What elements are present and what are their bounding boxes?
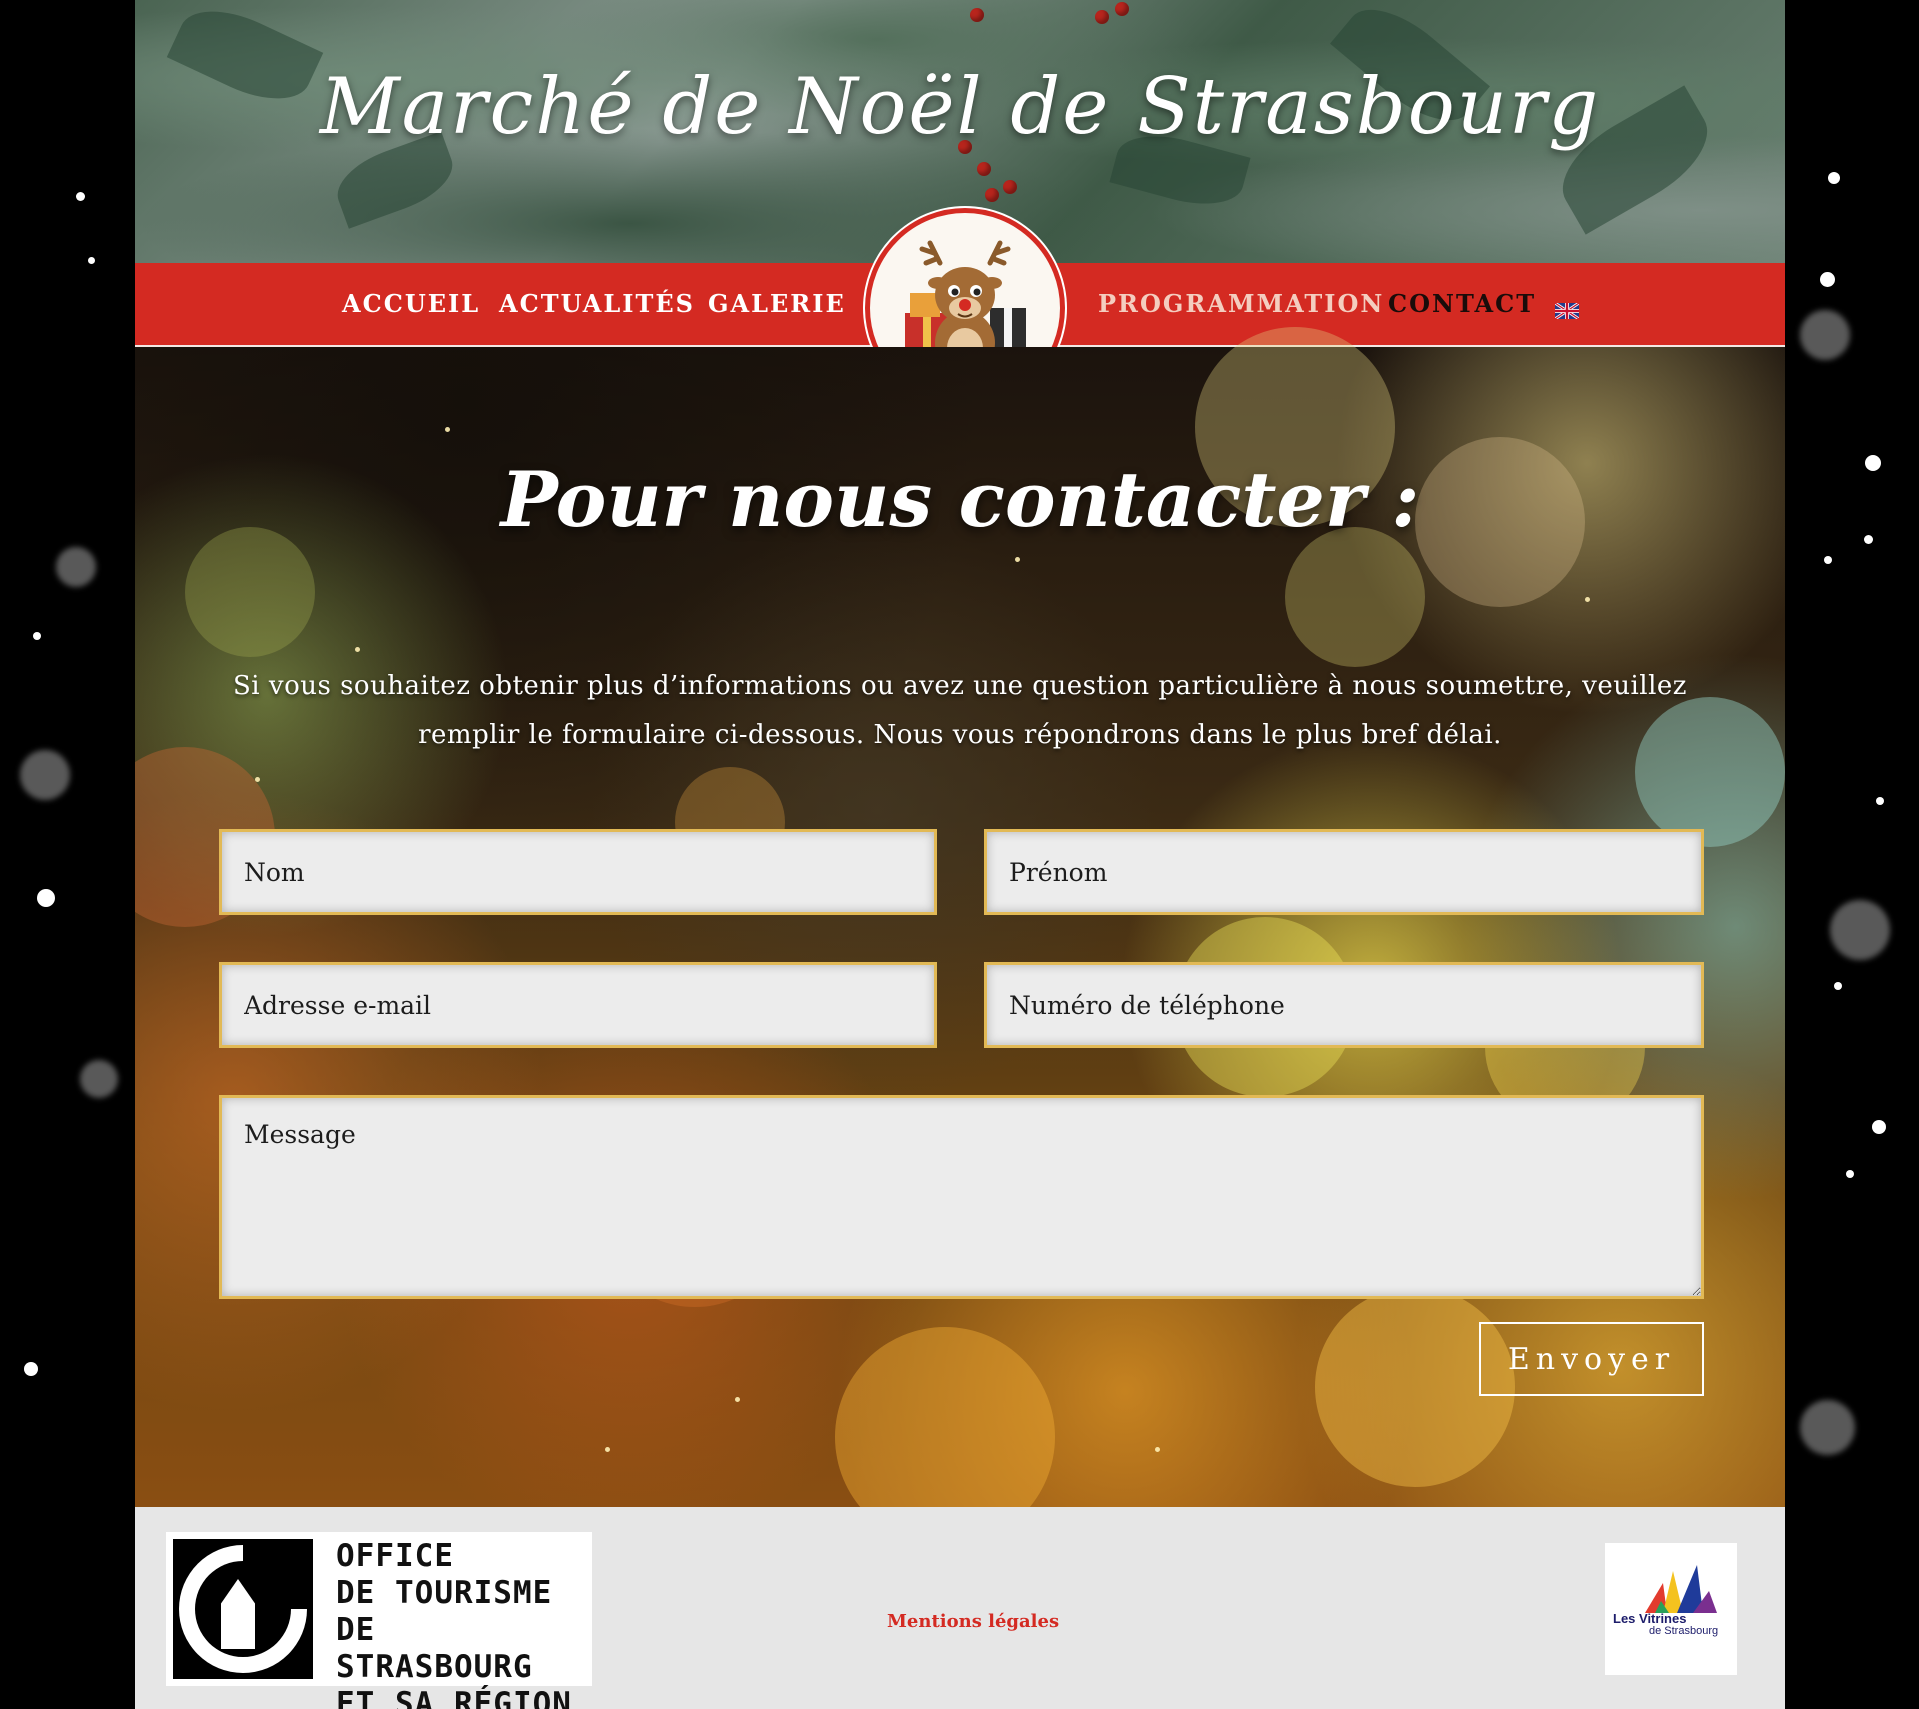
vitrines-sails-icon bbox=[1645, 1565, 1717, 1613]
legal-notice-link[interactable]: Mentions légales bbox=[887, 1611, 1059, 1632]
last-name-input[interactable] bbox=[219, 829, 937, 915]
site-title: Marché de Noël de Strasbourg bbox=[319, 62, 1601, 152]
tourism-office-mark-icon bbox=[173, 1539, 313, 1679]
nav-item-programmation[interactable]: Programmation bbox=[1098, 289, 1384, 318]
contact-title: Pour nous contacter : bbox=[500, 455, 1420, 544]
nav-item-actualites[interactable]: Actualités bbox=[499, 289, 695, 318]
nav-item-accueil[interactable]: Accueil bbox=[342, 289, 480, 318]
email-input[interactable] bbox=[219, 962, 937, 1048]
submit-button[interactable]: Envoyer bbox=[1479, 1322, 1704, 1396]
tourism-office-logo-text: OFFICE DE TOURISME DE STRASBOURG ET SA R… bbox=[336, 1538, 572, 1709]
vitrines-logo[interactable]: Les Vitrines de Strasbourg bbox=[1605, 1543, 1737, 1675]
page: Marché de Noël de Strasbourg Accueil Act… bbox=[135, 0, 1785, 1709]
footer: OFFICE DE TOURISME DE STRASBOURG ET SA R… bbox=[135, 1507, 1785, 1709]
tourism-office-logo[interactable]: OFFICE DE TOURISME DE STRASBOURG ET SA R… bbox=[166, 1532, 592, 1709]
phone-input[interactable] bbox=[984, 962, 1704, 1048]
contact-intro-text: Si vous souhaitez obtenir plus d’informa… bbox=[232, 671, 1687, 750]
contact-section: Pour nous contacter : Si vous souhaitez … bbox=[135, 327, 1785, 1547]
nav-item-galerie[interactable]: Galerie bbox=[708, 289, 846, 318]
nav-item-contact[interactable]: Contact bbox=[1388, 289, 1536, 318]
uk-flag-icon[interactable] bbox=[1555, 303, 1579, 319]
first-name-input[interactable] bbox=[984, 829, 1704, 915]
message-textarea[interactable] bbox=[219, 1095, 1704, 1299]
